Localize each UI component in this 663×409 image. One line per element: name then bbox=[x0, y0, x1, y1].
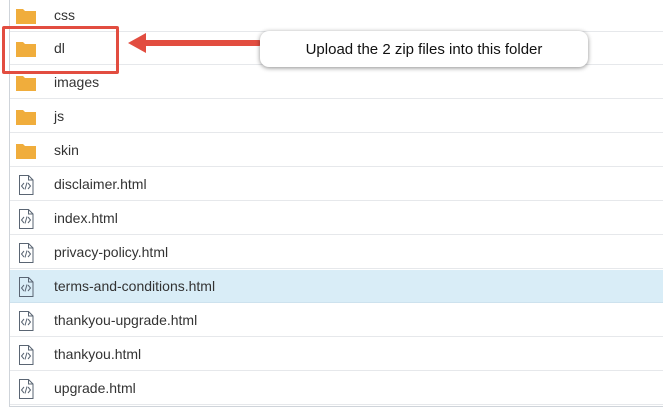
list-item-terms-and-conditions[interactable]: terms-and-conditions.html bbox=[10, 270, 663, 303]
item-name: thankyou.html bbox=[54, 346, 142, 362]
html-file-icon bbox=[15, 209, 37, 229]
item-name: terms-and-conditions.html bbox=[54, 278, 216, 294]
item-name: dl bbox=[54, 40, 65, 56]
list-item-thankyou[interactable]: thankyou.html bbox=[10, 338, 663, 371]
item-name: index.html bbox=[54, 210, 118, 226]
item-name: privacy-policy.html bbox=[54, 244, 169, 260]
list-item-images[interactable]: images bbox=[10, 66, 663, 99]
item-name: disclaimer.html bbox=[54, 176, 147, 192]
list-item-index[interactable]: index.html bbox=[10, 202, 663, 235]
html-file-icon bbox=[15, 175, 37, 195]
html-file-icon bbox=[15, 345, 37, 365]
folder-icon bbox=[15, 6, 37, 26]
item-name: js bbox=[54, 108, 65, 124]
callout-text: Upload the 2 zip files into this folder bbox=[305, 40, 543, 58]
list-item-skin[interactable]: skin bbox=[10, 134, 663, 167]
item-name: skin bbox=[54, 142, 79, 158]
folder-icon bbox=[15, 107, 37, 127]
item-name: thankyou-upgrade.html bbox=[54, 312, 198, 328]
item-name: images bbox=[54, 74, 100, 90]
list-item-disclaimer[interactable]: disclaimer.html bbox=[10, 168, 663, 201]
html-file-icon bbox=[15, 311, 37, 331]
folder-icon bbox=[15, 73, 37, 93]
list-item-js[interactable]: js bbox=[10, 100, 663, 133]
folder-icon bbox=[15, 39, 37, 59]
item-name: upgrade.html bbox=[54, 380, 136, 396]
annotation-callout: Upload the 2 zip files into this folder bbox=[260, 31, 588, 67]
folder-icon bbox=[15, 141, 37, 161]
html-file-icon bbox=[15, 379, 37, 399]
list-item-css[interactable]: css bbox=[10, 0, 663, 32]
red-arrow-left-icon bbox=[128, 33, 262, 53]
list-item-upgrade[interactable]: upgrade.html bbox=[10, 372, 663, 405]
list-item-privacy-policy[interactable]: privacy-policy.html bbox=[10, 236, 663, 269]
list-item-thankyou-upgrade[interactable]: thankyou-upgrade.html bbox=[10, 304, 663, 337]
item-name: css bbox=[54, 7, 75, 23]
html-file-icon bbox=[15, 277, 37, 297]
html-file-icon bbox=[15, 243, 37, 263]
